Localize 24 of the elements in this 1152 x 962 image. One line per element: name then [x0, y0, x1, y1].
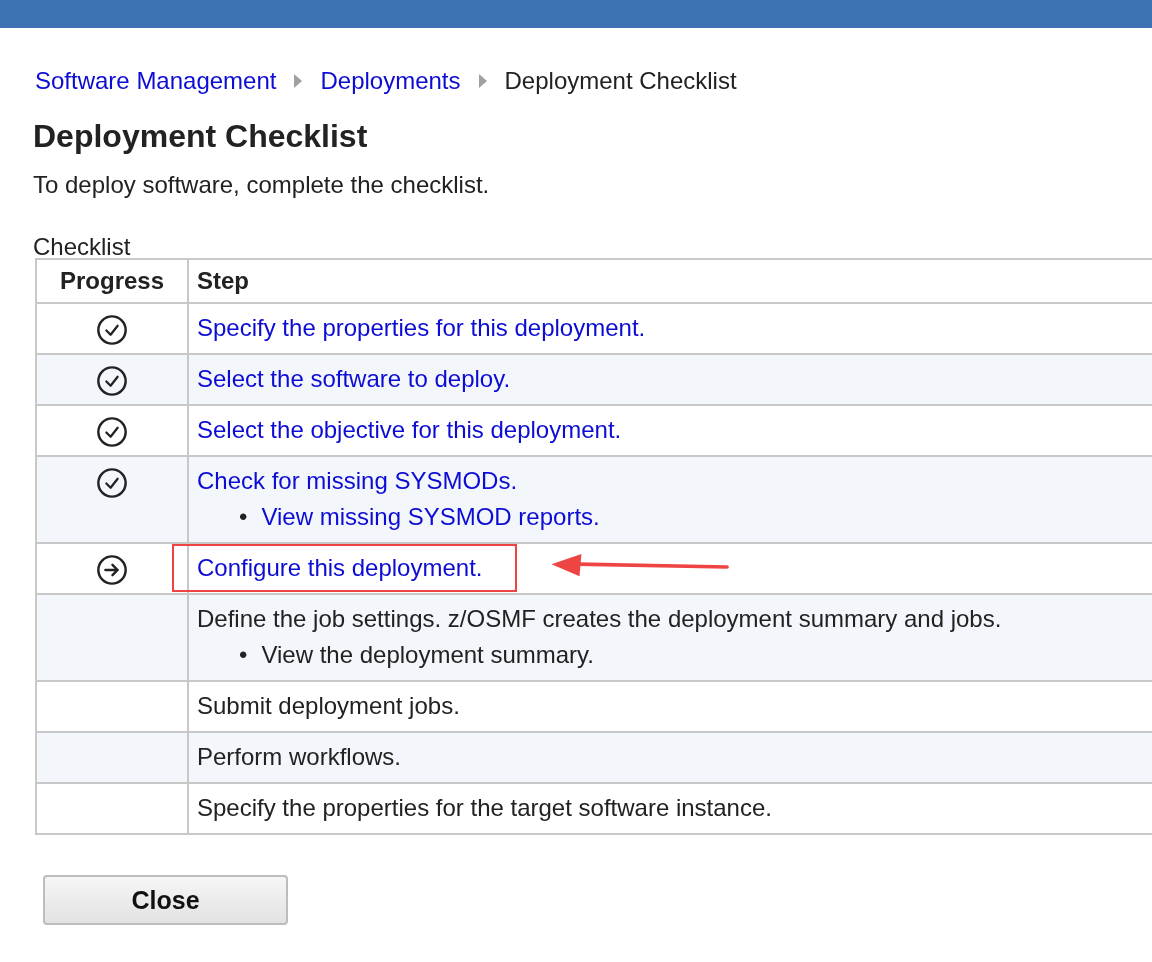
- bullet: •: [239, 640, 248, 670]
- chevron-right-icon: [478, 74, 487, 88]
- step-text: Submit deployment jobs.: [196, 691, 461, 721]
- step-text: Perform workflows.: [196, 742, 403, 772]
- table-caption: Checklist: [33, 232, 132, 262]
- step-text: Specify the properties for the target software instance.: [196, 793, 773, 823]
- breadcrumb-current: Deployment Checklist: [504, 67, 737, 95]
- check-circle-icon: [96, 313, 128, 346]
- check-circle-icon: [96, 415, 128, 448]
- chevron-right-icon: [294, 74, 303, 88]
- sub-step-text: View the deployment summary.: [261, 640, 594, 670]
- check-circle-icon: [96, 364, 128, 397]
- check-circle-icon: [96, 466, 128, 499]
- breadcrumb-link[interactable]: Deployments: [320, 67, 461, 95]
- close-button[interactable]: Close: [43, 875, 288, 925]
- arrow-circle-icon: [96, 553, 128, 586]
- page-description: To deploy software, complete the checklist.: [33, 170, 491, 200]
- column-header: Step: [188, 259, 1152, 303]
- column-header: Progress: [36, 259, 188, 303]
- page-title: Deployment Checklist: [33, 117, 369, 156]
- bullet: •: [239, 502, 248, 532]
- breadcrumb-link[interactable]: Software Management: [35, 67, 277, 95]
- step-link[interactable]: Configure this deployment.: [172, 544, 517, 592]
- step-text: Define the job settings. z/OSMF creates the deployment summary and jobs.: [196, 604, 1003, 634]
